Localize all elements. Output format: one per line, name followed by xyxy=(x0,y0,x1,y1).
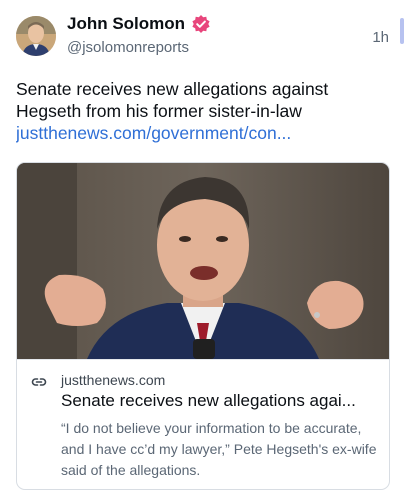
card-title[interactable]: Senate receives new allegations agai... xyxy=(61,391,381,411)
handle[interactable]: @jsolomonreports xyxy=(67,39,189,56)
post-link[interactable]: justthenews.com/government/con... xyxy=(16,122,386,144)
display-name[interactable]: John Solomon xyxy=(67,14,185,34)
card-description: “I do not believe your information to be… xyxy=(61,420,377,478)
timestamp[interactable]: 1h xyxy=(372,29,389,46)
scrollbar-thumb[interactable] xyxy=(400,18,404,44)
card-domain: justthenews.com xyxy=(61,372,166,388)
display-name-row: John Solomon xyxy=(67,14,211,34)
verified-badge-icon xyxy=(191,14,211,34)
post: John Solomon @jsolomonreports 1h Senate … xyxy=(0,0,407,500)
post-text: Senate receives new allegations against … xyxy=(16,78,386,144)
link-icon xyxy=(31,374,47,390)
card-image[interactable] xyxy=(17,163,389,359)
avatar[interactable] xyxy=(16,16,56,56)
link-preview-card[interactable]: justthenews.com Senate receives new alle… xyxy=(16,162,390,490)
post-body: Senate receives new allegations against … xyxy=(16,79,329,121)
card-body: justthenews.com Senate receives new alle… xyxy=(17,359,389,489)
